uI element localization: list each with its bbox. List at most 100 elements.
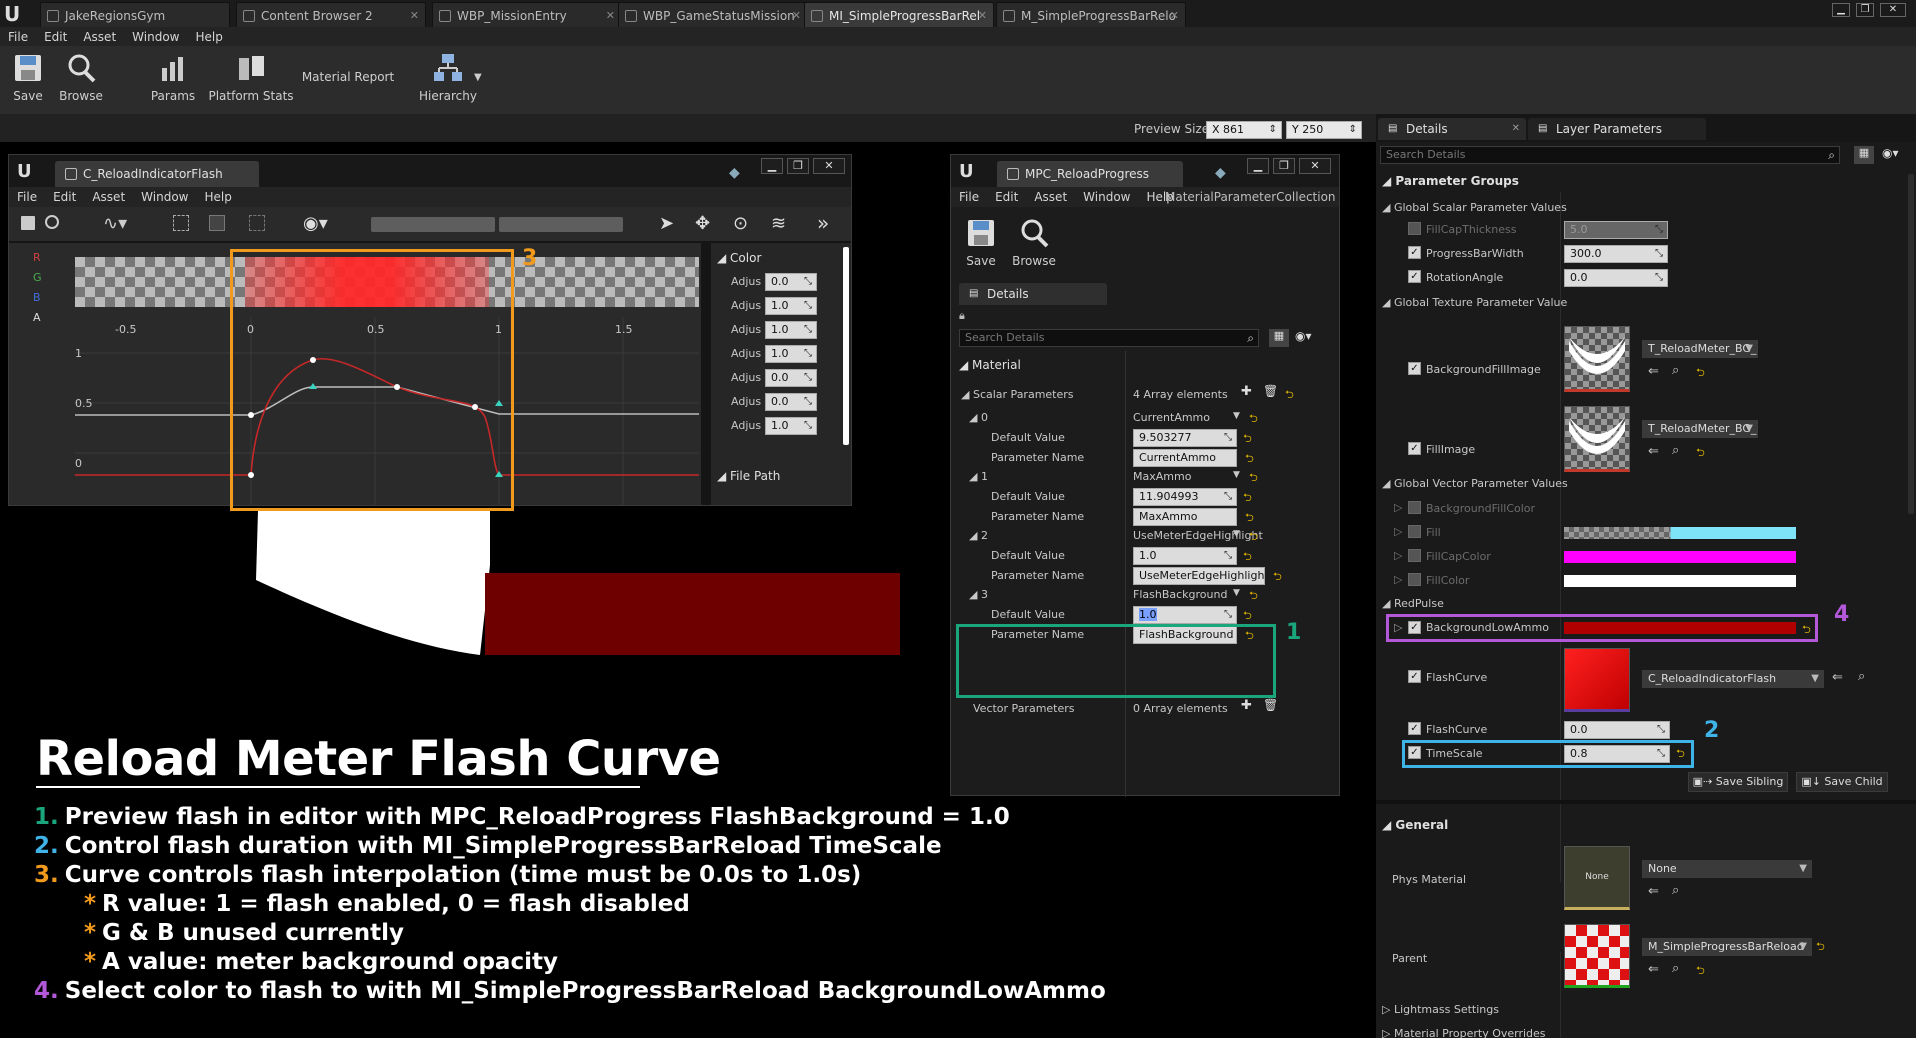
- menu-window[interactable]: Window: [124, 27, 187, 47]
- help-cap-icon[interactable]: ◆: [1215, 165, 1226, 181]
- preview-y-field[interactable]: Y 250 ⇕: [1286, 121, 1362, 139]
- select-tool-icon[interactable]: [173, 215, 189, 231]
- param-index[interactable]: ◢ 0: [969, 411, 988, 424]
- eye-visibility-icon[interactable]: ◉▾: [1295, 329, 1312, 343]
- reset-arrow-icon[interactable]: ⮌: [1285, 386, 1294, 405]
- use-selected-arrow-icon[interactable]: ⇐: [1648, 444, 1659, 459]
- tab-jakeregionsgym[interactable]: JakeRegionsGym: [40, 2, 230, 29]
- mpc-search-input[interactable]: Search Details ⌕: [959, 329, 1259, 347]
- flashcurve-checkbox[interactable]: ✓: [1408, 670, 1421, 683]
- scalar-params-label[interactable]: ◢ Scalar Parameters: [961, 388, 1074, 401]
- fit-all-icon[interactable]: ✥: [695, 213, 710, 234]
- reset-arrow-icon[interactable]: ⮌: [1245, 509, 1254, 528]
- reset-arrow-icon[interactable]: ⮌: [1696, 444, 1705, 463]
- view-options-icon[interactable]: ▦: [1269, 329, 1289, 347]
- flashcurve-asset-combo[interactable]: C_ReloadIndicatorFlash ▼: [1642, 670, 1824, 688]
- texture-thumbnail[interactable]: [1564, 326, 1630, 392]
- menu-edit[interactable]: Edit: [36, 27, 75, 47]
- default-value-field[interactable]: 9.503277 ⤡: [1133, 429, 1237, 447]
- vector-color-swatch[interactable]: [1564, 527, 1796, 539]
- channel-b[interactable]: B: [33, 291, 41, 304]
- param-dropdown-arrow-icon[interactable]: ▼: [1233, 529, 1240, 539]
- use-selected-arrow-icon[interactable]: ⇐: [1832, 670, 1843, 685]
- menu-file[interactable]: File: [0, 27, 36, 47]
- mpc-browse-button[interactable]: Browse: [1009, 217, 1059, 268]
- phys-material-thumbnail[interactable]: None: [1564, 846, 1630, 910]
- save-button[interactable]: Save: [8, 52, 48, 103]
- reset-arrow-icon[interactable]: ⮌: [1249, 410, 1258, 429]
- browse-search-icon[interactable]: ⌕: [1858, 669, 1865, 684]
- reset-arrow-icon[interactable]: ⮌: [1696, 364, 1705, 383]
- platform-stats-button[interactable]: Platform Stats: [206, 52, 296, 103]
- scalar-checkbox[interactable]: ✓: [1408, 246, 1421, 259]
- parameter-name-field[interactable]: UseMeterEdgeHighlight: [1133, 567, 1265, 585]
- window-maximize-button[interactable]: ❐: [1856, 3, 1874, 17]
- window-close-button[interactable]: ✕: [1880, 3, 1906, 17]
- adjust-value-field[interactable]: 1.0 ⤡: [765, 345, 817, 363]
- channel-g[interactable]: G: [33, 271, 42, 284]
- parent-thumbnail[interactable]: [1564, 924, 1630, 988]
- adjust-value-field[interactable]: 0.0 ⤡: [765, 273, 817, 291]
- menu-edit[interactable]: Edit: [45, 187, 84, 207]
- default-value-field[interactable]: 1.0 ⤡: [1133, 547, 1237, 565]
- texture-thumbnail[interactable]: [1564, 406, 1630, 472]
- save-child-button[interactable]: ▣↓ Save Child: [1796, 772, 1888, 792]
- param-dropdown-arrow-icon[interactable]: ▼: [1233, 411, 1240, 421]
- browse-search-icon[interactable]: ⌕: [1672, 883, 1679, 898]
- tab-details[interactable]: ▤ Details: [959, 283, 1107, 305]
- hierarchy-dropdown-icon[interactable]: ▼: [474, 72, 482, 83]
- use-selected-arrow-icon[interactable]: ⇐: [1648, 884, 1659, 899]
- phys-material-combo[interactable]: None ▼: [1642, 860, 1812, 878]
- lock-icon[interactable]: 🔒︎: [959, 309, 965, 323]
- delete-all-icon[interactable]: 🗑︎: [1263, 698, 1278, 712]
- vector-checkbox[interactable]: [1408, 573, 1421, 586]
- redpulse-header[interactable]: ◢ RedPulse: [1382, 597, 1444, 610]
- flashcurve2-checkbox[interactable]: ✓: [1408, 722, 1421, 735]
- param-index[interactable]: ◢ 2: [969, 529, 988, 542]
- adjust-value-field[interactable]: 0.0 ⤡: [765, 393, 817, 411]
- add-element-icon[interactable]: ✚: [1241, 384, 1252, 399]
- reset-arrow-icon[interactable]: ⮌: [1273, 568, 1282, 587]
- menu-asset[interactable]: Asset: [84, 187, 133, 207]
- default-value-field[interactable]: 11.904993 ⤡: [1133, 488, 1237, 506]
- channel-r[interactable]: R: [33, 251, 41, 264]
- parent-combo[interactable]: M_SimpleProgressBarReload ▼: [1642, 938, 1812, 956]
- minimize-button[interactable]: ▁: [1247, 158, 1269, 174]
- menu-asset[interactable]: Asset: [75, 27, 124, 47]
- scalar-value-field[interactable]: 5.0 ⤡: [1564, 221, 1668, 239]
- more-options-icon[interactable]: »: [817, 211, 829, 235]
- global-vector-header[interactable]: ◢ Global Vector Parameter Values: [1382, 477, 1568, 490]
- tab-layer-parameters[interactable]: ▤ Layer Parameters: [1528, 118, 1706, 140]
- browse-search-icon[interactable]: ⌕: [1672, 961, 1679, 976]
- details-scrollbar[interactable]: [1908, 174, 1914, 514]
- parameter-groups-header[interactable]: ◢ Parameter Groups: [1382, 174, 1519, 188]
- save-icon[interactable]: [21, 216, 35, 230]
- flashcurve-thumbnail[interactable]: [1564, 648, 1630, 712]
- expand-arrow-icon[interactable]: ▷: [1394, 525, 1402, 538]
- unreal-logo-icon[interactable]: U: [4, 3, 26, 25]
- adjust-value-field[interactable]: 1.0 ⤡: [765, 417, 817, 435]
- preview-x-field[interactable]: X 861 ⇕: [1206, 121, 1282, 139]
- details-search-input[interactable]: Search Details ⌕: [1380, 146, 1840, 164]
- tab-wbp-missionentry[interactable]: WBP_MissionEntry ✕: [432, 2, 622, 29]
- menu-asset[interactable]: Asset: [1026, 187, 1075, 207]
- fit-vertical-icon[interactable]: ≋: [771, 213, 786, 234]
- global-texture-header[interactable]: ◢ Global Texture Parameter Value: [1382, 296, 1567, 309]
- frame-tool-icon[interactable]: [249, 215, 265, 231]
- maximize-button[interactable]: ❐: [787, 158, 809, 174]
- browse-button[interactable]: Browse: [56, 52, 106, 103]
- reset-arrow-icon[interactable]: ⮌: [1816, 938, 1825, 957]
- texture-asset-combo[interactable]: T_ReloadMeter_BG_I ▼: [1642, 420, 1758, 438]
- texture-asset-combo[interactable]: T_ReloadMeter_BG_I ▼: [1642, 340, 1758, 358]
- scalar-value-field[interactable]: 0.0 ⤡: [1564, 269, 1668, 287]
- vector-checkbox[interactable]: [1408, 501, 1421, 514]
- menu-help[interactable]: Help: [196, 187, 239, 207]
- adjust-value-field[interactable]: 1.0 ⤡: [765, 321, 817, 339]
- param-index[interactable]: ◢ 3: [969, 588, 988, 601]
- tab-wbp-gamestatusmission[interactable]: WBP_GameStatusMission ✕: [618, 2, 808, 29]
- flashcurve2-value-field[interactable]: 0.0 ⤡: [1564, 721, 1670, 739]
- fit-horizontal-icon[interactable]: ⊙: [733, 213, 748, 234]
- param-dropdown-arrow-icon[interactable]: ▼: [1233, 470, 1240, 480]
- reset-arrow-icon[interactable]: ⮌: [1243, 548, 1252, 567]
- reset-arrow-icon[interactable]: ⮌: [1249, 469, 1258, 488]
